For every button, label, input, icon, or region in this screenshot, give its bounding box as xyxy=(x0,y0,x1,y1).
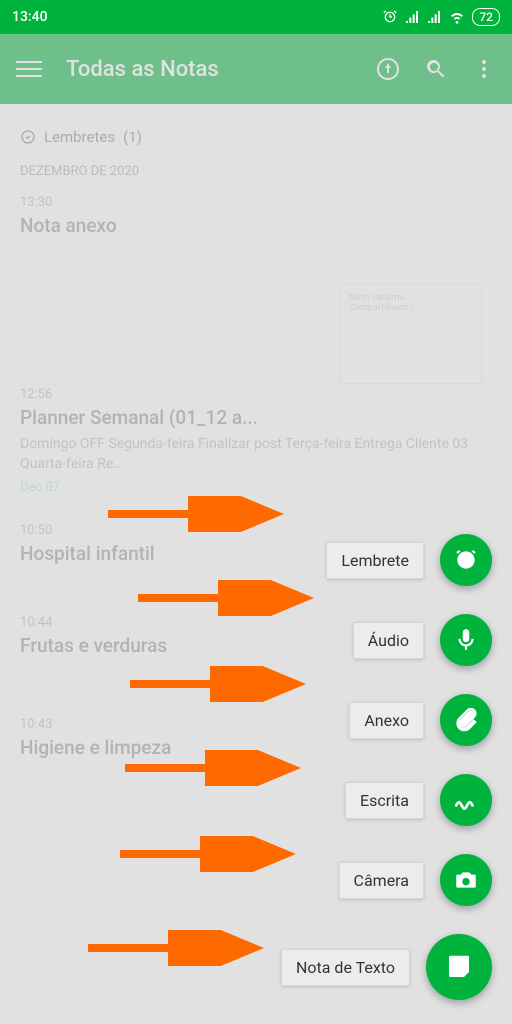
alarm-icon xyxy=(382,9,398,25)
status-right: 72 xyxy=(382,8,500,26)
fab-label: Câmera xyxy=(339,862,424,899)
fab-label: Lembrete xyxy=(326,542,424,579)
month-header: DEZEMBRO DE 2020 xyxy=(20,164,492,179)
app-header: Todas as Notas xyxy=(0,34,512,104)
fab-reminder[interactable]: Lembrete xyxy=(326,534,492,586)
alarm-clock-icon xyxy=(453,547,479,573)
battery-indicator: 72 xyxy=(472,8,500,26)
signal-icon xyxy=(404,9,420,25)
search-icon[interactable] xyxy=(424,57,448,81)
handwriting-icon xyxy=(453,787,479,813)
fab-label: Nota de Texto xyxy=(281,949,410,986)
fab-label: Áudio xyxy=(353,622,424,659)
signal-icon-2 xyxy=(426,9,442,25)
paperclip-icon xyxy=(453,707,479,733)
page-title: Todas as Notas xyxy=(66,57,376,82)
fab-camera[interactable]: Câmera xyxy=(339,854,492,906)
camera-icon xyxy=(453,867,479,893)
microphone-icon xyxy=(453,627,479,653)
reminder-small-icon xyxy=(20,129,36,145)
fab-label: Escrita xyxy=(345,782,424,819)
more-icon[interactable] xyxy=(472,57,496,81)
menu-icon[interactable] xyxy=(16,61,42,77)
note-thumbnail: Novo cadernoCompartilhado | xyxy=(340,284,482,384)
fab-speed-dial: Lembrete Áudio Anexo Escrita Câmera Nota… xyxy=(281,534,492,1000)
wifi-icon xyxy=(448,9,466,25)
note-item[interactable]: 12:56 Planner Semanal (01_12 a... Doming… xyxy=(20,387,492,495)
sync-icon[interactable] xyxy=(376,57,400,81)
fab-attachment[interactable]: Anexo xyxy=(349,694,492,746)
fab-label: Anexo xyxy=(349,702,424,739)
note-item[interactable]: 13:30 Nota anexo xyxy=(20,195,492,237)
fab-text-note[interactable]: Nota de Texto xyxy=(281,934,492,1000)
fab-handwriting[interactable]: Escrita xyxy=(345,774,492,826)
status-bar: 13:40 72 xyxy=(0,0,512,34)
section-reminders[interactable]: Lembretes (1) xyxy=(20,128,492,146)
status-time: 13:40 xyxy=(12,9,48,25)
fab-audio[interactable]: Áudio xyxy=(353,614,492,666)
note-icon xyxy=(444,952,474,982)
